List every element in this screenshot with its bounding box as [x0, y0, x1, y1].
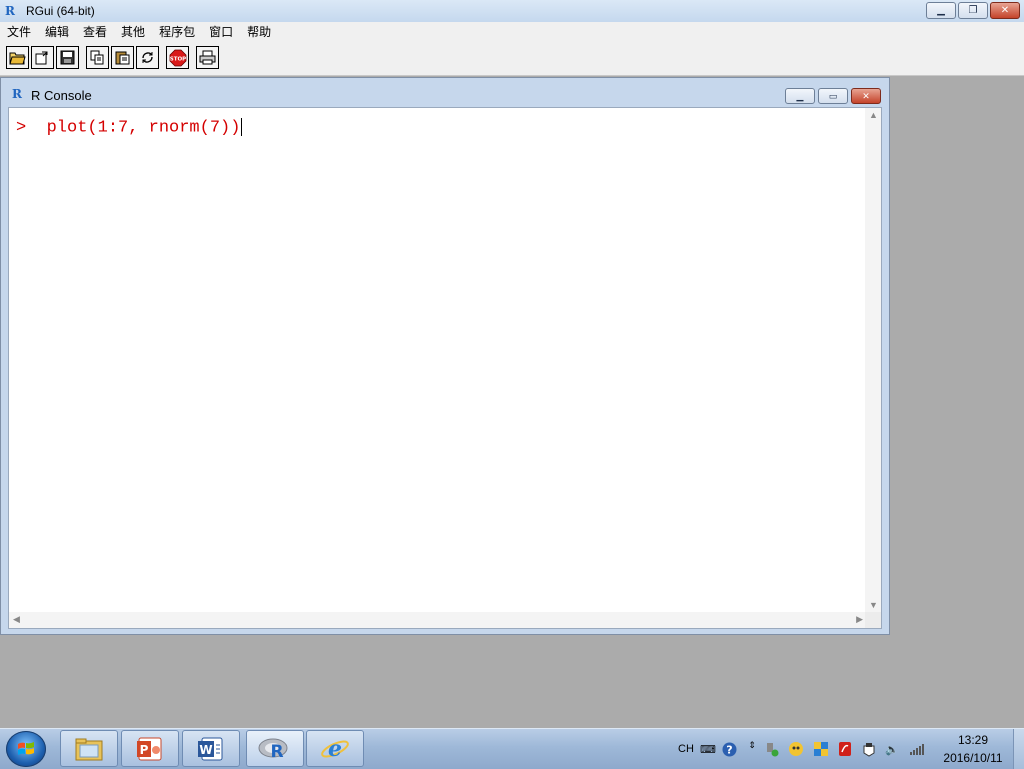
- scroll-right-icon[interactable]: ▶: [856, 614, 863, 625]
- volume-icon[interactable]: 🔈: [884, 741, 900, 757]
- word-letter: W: [199, 743, 212, 757]
- copy-button[interactable]: [86, 46, 109, 69]
- language-indicator[interactable]: CH: [676, 741, 696, 757]
- powerpoint-icon: P: [137, 737, 162, 760]
- taskbar-r-button[interactable]: R: [246, 730, 304, 767]
- taskbar-powerpoint-button[interactable]: P: [121, 730, 179, 767]
- save-workspace-button[interactable]: [56, 46, 79, 69]
- antivirus-icon[interactable]: [837, 741, 853, 757]
- load-workspace-icon: [35, 51, 48, 65]
- r-console-window: R R Console ▁ ▭ ✕ > plot(1:7, rnorm(7)) …: [0, 77, 890, 635]
- minimize-button[interactable]: ▁: [926, 2, 956, 19]
- ppt-letter: P: [140, 743, 149, 757]
- resize-grip[interactable]: [865, 612, 881, 628]
- help-icon[interactable]: ?: [721, 741, 737, 757]
- console-prompt: >: [16, 118, 27, 138]
- vertical-scrollbar[interactable]: ▲ ▼: [865, 108, 881, 612]
- internet-explorer-icon: e: [321, 736, 349, 762]
- toolbar: STOP: [0, 42, 1024, 76]
- menu-misc[interactable]: 其他: [114, 22, 152, 42]
- keyboard-icon[interactable]: ⌨: [700, 741, 716, 757]
- console-minimize-button[interactable]: ▁: [785, 88, 815, 104]
- ie-letter: e: [328, 736, 342, 762]
- save-workspace-icon: [60, 50, 75, 65]
- menu-edit[interactable]: 编辑: [38, 22, 76, 42]
- stop-label: STOP: [169, 56, 185, 62]
- horizontal-scrollbar[interactable]: ◀ ▶: [9, 612, 867, 628]
- paste-button[interactable]: [111, 46, 134, 69]
- word-icon: W: [198, 737, 223, 760]
- minimize-icon: ▁: [937, 5, 945, 16]
- rgui-main-window: R RGui (64-bit) ▁ ❐ ✕ 文件 编辑 查看 其他 程序包 窗口…: [0, 0, 1024, 728]
- folder-icon: [75, 738, 103, 760]
- load-workspace-button[interactable]: [31, 46, 54, 69]
- windows-logo-icon: [18, 742, 34, 755]
- console-maximize-button[interactable]: ▭: [818, 88, 848, 104]
- menu-packages[interactable]: 程序包: [152, 22, 202, 42]
- stop-button[interactable]: STOP: [166, 46, 189, 69]
- minimize-icon: ▁: [796, 90, 804, 101]
- restore-button[interactable]: ❐: [958, 2, 988, 19]
- paste-icon: [115, 51, 130, 65]
- taskbar-word-button[interactable]: W: [182, 730, 240, 767]
- show-desktop-button[interactable]: [1013, 729, 1024, 769]
- menu-bar: 文件 编辑 查看 其他 程序包 窗口 帮助: [0, 22, 1024, 42]
- console-titlebar[interactable]: R R Console ▁ ▭ ✕: [1, 78, 889, 108]
- console-close-button[interactable]: ✕: [851, 88, 881, 104]
- print-icon: [199, 50, 216, 65]
- scroll-left-icon[interactable]: ◀: [13, 614, 20, 625]
- messenger-icon[interactable]: [788, 741, 804, 757]
- show-hidden-icons[interactable]: ⇕: [744, 737, 760, 753]
- scroll-down-icon[interactable]: ▼: [869, 600, 878, 610]
- r-logo-icon: R: [12, 87, 22, 101]
- console-body: > plot(1:7, rnorm(7)) ▲ ▼ ◀ ▶: [8, 107, 882, 629]
- r-logo-icon: R: [5, 4, 15, 18]
- taskbar-explorer-button[interactable]: [60, 730, 118, 767]
- menu-file[interactable]: 文件: [0, 22, 38, 42]
- scroll-up-icon[interactable]: ▲: [869, 110, 878, 120]
- console-output-area[interactable]: > plot(1:7, rnorm(7)): [9, 108, 867, 612]
- menu-windows[interactable]: 窗口: [202, 22, 240, 42]
- security-shield-icon[interactable]: [861, 741, 877, 757]
- close-icon: ✕: [862, 90, 870, 101]
- copy-paste-button[interactable]: [136, 46, 159, 69]
- copy-paste-icon: [142, 52, 153, 63]
- close-button[interactable]: ✕: [990, 2, 1020, 19]
- menu-help[interactable]: 帮助: [240, 22, 278, 42]
- close-icon: ✕: [1000, 5, 1010, 16]
- text-caret: [241, 118, 243, 136]
- network-signal-icon[interactable]: [909, 741, 925, 757]
- console-input-line[interactable]: > plot(1:7, rnorm(7)): [16, 118, 243, 138]
- open-script-icon: [9, 52, 26, 65]
- taskbar: P W R e CH ⌨ ? ⇕ 🔈 13:29 2016/10/11: [0, 728, 1024, 769]
- restore-icon: ❐: [968, 5, 978, 16]
- open-script-button[interactable]: [6, 46, 29, 69]
- system-tray: CH ⌨ ? ⇕ 🔈 13:29 2016/10/11: [676, 729, 1024, 769]
- clock-date[interactable]: 2016/10/11: [938, 751, 1008, 765]
- copy-icon: [90, 50, 104, 65]
- window-title: RGui (64-bit): [26, 4, 95, 18]
- print-button[interactable]: [196, 46, 219, 69]
- clock-time[interactable]: 13:29: [956, 733, 990, 747]
- r-app-icon: R: [258, 738, 288, 762]
- stop-icon: STOP: [169, 49, 186, 66]
- maximize-icon: ▭: [828, 90, 838, 101]
- safely-remove-icon[interactable]: [764, 741, 780, 757]
- taskbar-ie-button[interactable]: e: [306, 730, 364, 767]
- app-grid-icon[interactable]: [813, 741, 829, 757]
- start-button[interactable]: [6, 731, 46, 767]
- r-letter: R: [270, 742, 283, 762]
- console-title: R Console: [31, 88, 92, 103]
- svg-text:?: ?: [726, 743, 732, 756]
- console-command: plot(1:7, rnorm(7)): [46, 118, 241, 138]
- main-titlebar[interactable]: R RGui (64-bit) ▁ ❐ ✕: [0, 0, 1024, 23]
- menu-view[interactable]: 查看: [76, 22, 114, 42]
